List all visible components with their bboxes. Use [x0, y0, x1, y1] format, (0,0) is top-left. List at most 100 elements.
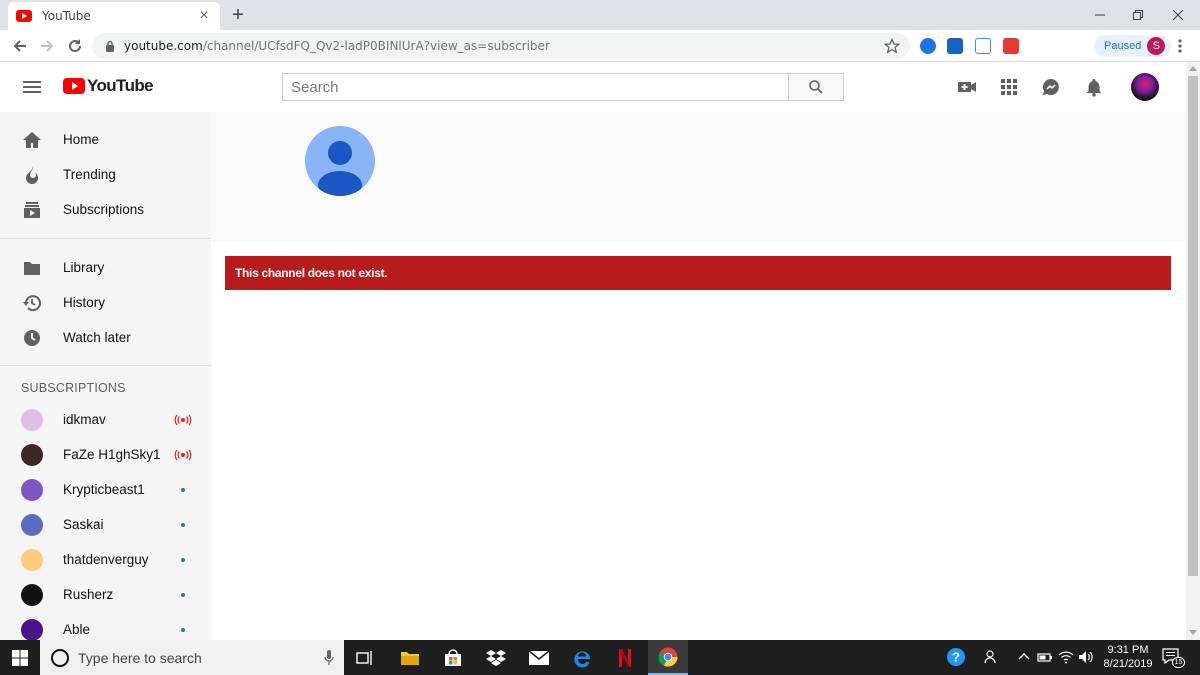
- store-button[interactable]: [433, 640, 473, 675]
- bookmark-star-icon[interactable]: [884, 38, 900, 54]
- task-view-icon: [356, 650, 372, 665]
- sidebar-divider: [0, 238, 211, 239]
- new-content-dot: [181, 557, 185, 562]
- scroll-down-arrow-icon[interactable]: [1189, 628, 1197, 636]
- extension-magnifier-icon[interactable]: [947, 38, 963, 54]
- volume-icon[interactable]: [1078, 649, 1094, 665]
- close-icon: [1173, 10, 1183, 20]
- scroll-thumb[interactable]: [1188, 76, 1198, 576]
- sidebar-item-subscriptions[interactable]: Subscriptions: [0, 192, 211, 227]
- youtube-masthead: YouTube: [0, 62, 1186, 112]
- channel-avatar: [21, 548, 43, 571]
- action-center-button[interactable]: 15: [1162, 648, 1185, 668]
- close-window-button[interactable]: [1156, 0, 1200, 30]
- youtube-favicon-icon: [16, 10, 32, 22]
- sidebar-item-home[interactable]: Home: [0, 122, 211, 157]
- tab-close-button[interactable]: ×: [196, 8, 212, 24]
- help-icon[interactable]: ?: [946, 647, 966, 667]
- restore-icon: [1133, 10, 1143, 20]
- hamburger-menu-icon[interactable]: [20, 75, 44, 99]
- microphone-icon[interactable]: [324, 650, 334, 666]
- profile-avatar: S: [1147, 37, 1166, 55]
- taskbar-search-box[interactable]: Type here to search: [40, 640, 344, 675]
- sidebar-item-watch-later[interactable]: Watch later: [0, 320, 211, 355]
- subscription-item[interactable]: idkmav: [0, 402, 211, 437]
- show-hidden-icons-chevron-icon[interactable]: [1016, 649, 1032, 665]
- channel-avatar: [21, 408, 43, 431]
- scroll-up-arrow-icon[interactable]: [1189, 65, 1197, 73]
- mail-button[interactable]: [519, 640, 559, 675]
- channel-avatar: [21, 443, 43, 466]
- subscription-name: Saskai: [63, 517, 104, 532]
- search-button[interactable]: [788, 73, 844, 101]
- windows-start-icon[interactable]: [12, 650, 28, 666]
- sidebar-item-library[interactable]: Library: [0, 250, 211, 285]
- tab-title: YouTube: [42, 9, 91, 23]
- wifi-icon[interactable]: [1058, 649, 1074, 665]
- extension-pdf-icon[interactable]: [1003, 38, 1019, 54]
- page-scrollbar[interactable]: [1186, 62, 1200, 640]
- taskbar-clock[interactable]: 9:31 PM 8/21/2019: [1098, 643, 1158, 671]
- browser-tab[interactable]: YouTube ×: [8, 2, 220, 30]
- channel-avatar-default: [305, 126, 375, 196]
- task-view-button[interactable]: [345, 640, 385, 675]
- netflix-button[interactable]: [605, 640, 645, 675]
- apps-grid-icon[interactable]: [999, 77, 1019, 97]
- notifications-bell-icon[interactable]: [1084, 77, 1104, 97]
- new-content-dot: [181, 627, 185, 632]
- windows-taskbar: Type here to search ? 9:31 PM 8/21/2019: [0, 640, 1200, 675]
- store-bag-icon: [445, 648, 461, 666]
- subscription-item[interactable]: Able: [0, 612, 211, 640]
- sidebar-divider: [0, 365, 211, 366]
- subscriptions-icon: [24, 201, 40, 218]
- back-arrow-icon: [13, 40, 26, 52]
- url-domain: youtube.com: [124, 39, 203, 53]
- sidebar-item-label: Home: [63, 132, 100, 147]
- url-path: /channel/UCfsdFQ_Qv2-ladP0BINlUrA?view_a…: [202, 39, 550, 53]
- profile-button[interactable]: Paused S: [1094, 35, 1172, 57]
- cortana-icon: [51, 648, 69, 667]
- sidebar-item-label: History: [63, 295, 106, 310]
- file-explorer-button[interactable]: [390, 640, 430, 675]
- sidebar-item-label: Library: [63, 260, 105, 275]
- create-video-icon[interactable]: [957, 77, 977, 97]
- extension-search-icon[interactable]: [920, 38, 936, 54]
- url-text: youtube.com/channel/UCfsdFQ_Qv2-ladP0BIN…: [124, 39, 550, 53]
- subscription-item[interactable]: thatdenverguy: [0, 542, 211, 577]
- profile-status: Paused: [1104, 40, 1142, 52]
- search-icon: [809, 80, 823, 94]
- battery-icon[interactable]: [1037, 649, 1053, 665]
- guide-sidebar: Home Trending Subscriptions Library Hist…: [0, 112, 211, 640]
- search-input[interactable]: [282, 73, 788, 101]
- address-bar[interactable]: youtube.com/channel/UCfsdFQ_Qv2-ladP0BIN…: [92, 33, 910, 59]
- clock-date: 8/21/2019: [1103, 658, 1153, 670]
- forward-button[interactable]: [35, 34, 59, 58]
- restore-button[interactable]: [1116, 0, 1160, 30]
- sidebar-item-label: Watch later: [63, 330, 131, 345]
- error-message: This channel does not exist.: [225, 256, 1171, 290]
- chrome-menu-icon[interactable]: [1172, 38, 1188, 54]
- sidebar-item-history[interactable]: History: [0, 285, 211, 320]
- netflix-icon: [619, 648, 631, 667]
- reload-button[interactable]: [63, 34, 87, 58]
- dropbox-button[interactable]: [476, 640, 516, 675]
- default-user-icon: [318, 141, 362, 196]
- youtube-logo[interactable]: YouTube: [63, 76, 154, 96]
- back-button[interactable]: [8, 34, 32, 58]
- chrome-taskbar-button[interactable]: [648, 640, 688, 675]
- subscription-item[interactable]: Saskai: [0, 507, 211, 542]
- dropbox-icon: [486, 649, 506, 666]
- lock-icon: [106, 40, 114, 52]
- subscription-item[interactable]: Rusherz: [0, 577, 211, 612]
- taskbar-search-placeholder: Type here to search: [78, 649, 202, 666]
- people-icon[interactable]: [984, 649, 1000, 665]
- subscription-item[interactable]: FaZe H1ghSky1: [0, 437, 211, 472]
- account-avatar[interactable]: [1131, 73, 1159, 101]
- extension-notes-icon[interactable]: [975, 38, 991, 54]
- sidebar-item-trending[interactable]: Trending: [0, 157, 211, 192]
- subscription-item[interactable]: Krypticbeast1: [0, 472, 211, 507]
- reload-icon: [69, 39, 82, 53]
- messages-icon[interactable]: [1041, 77, 1061, 97]
- edge-browser-button[interactable]: [562, 640, 602, 675]
- new-tab-button[interactable]: +: [228, 5, 248, 26]
